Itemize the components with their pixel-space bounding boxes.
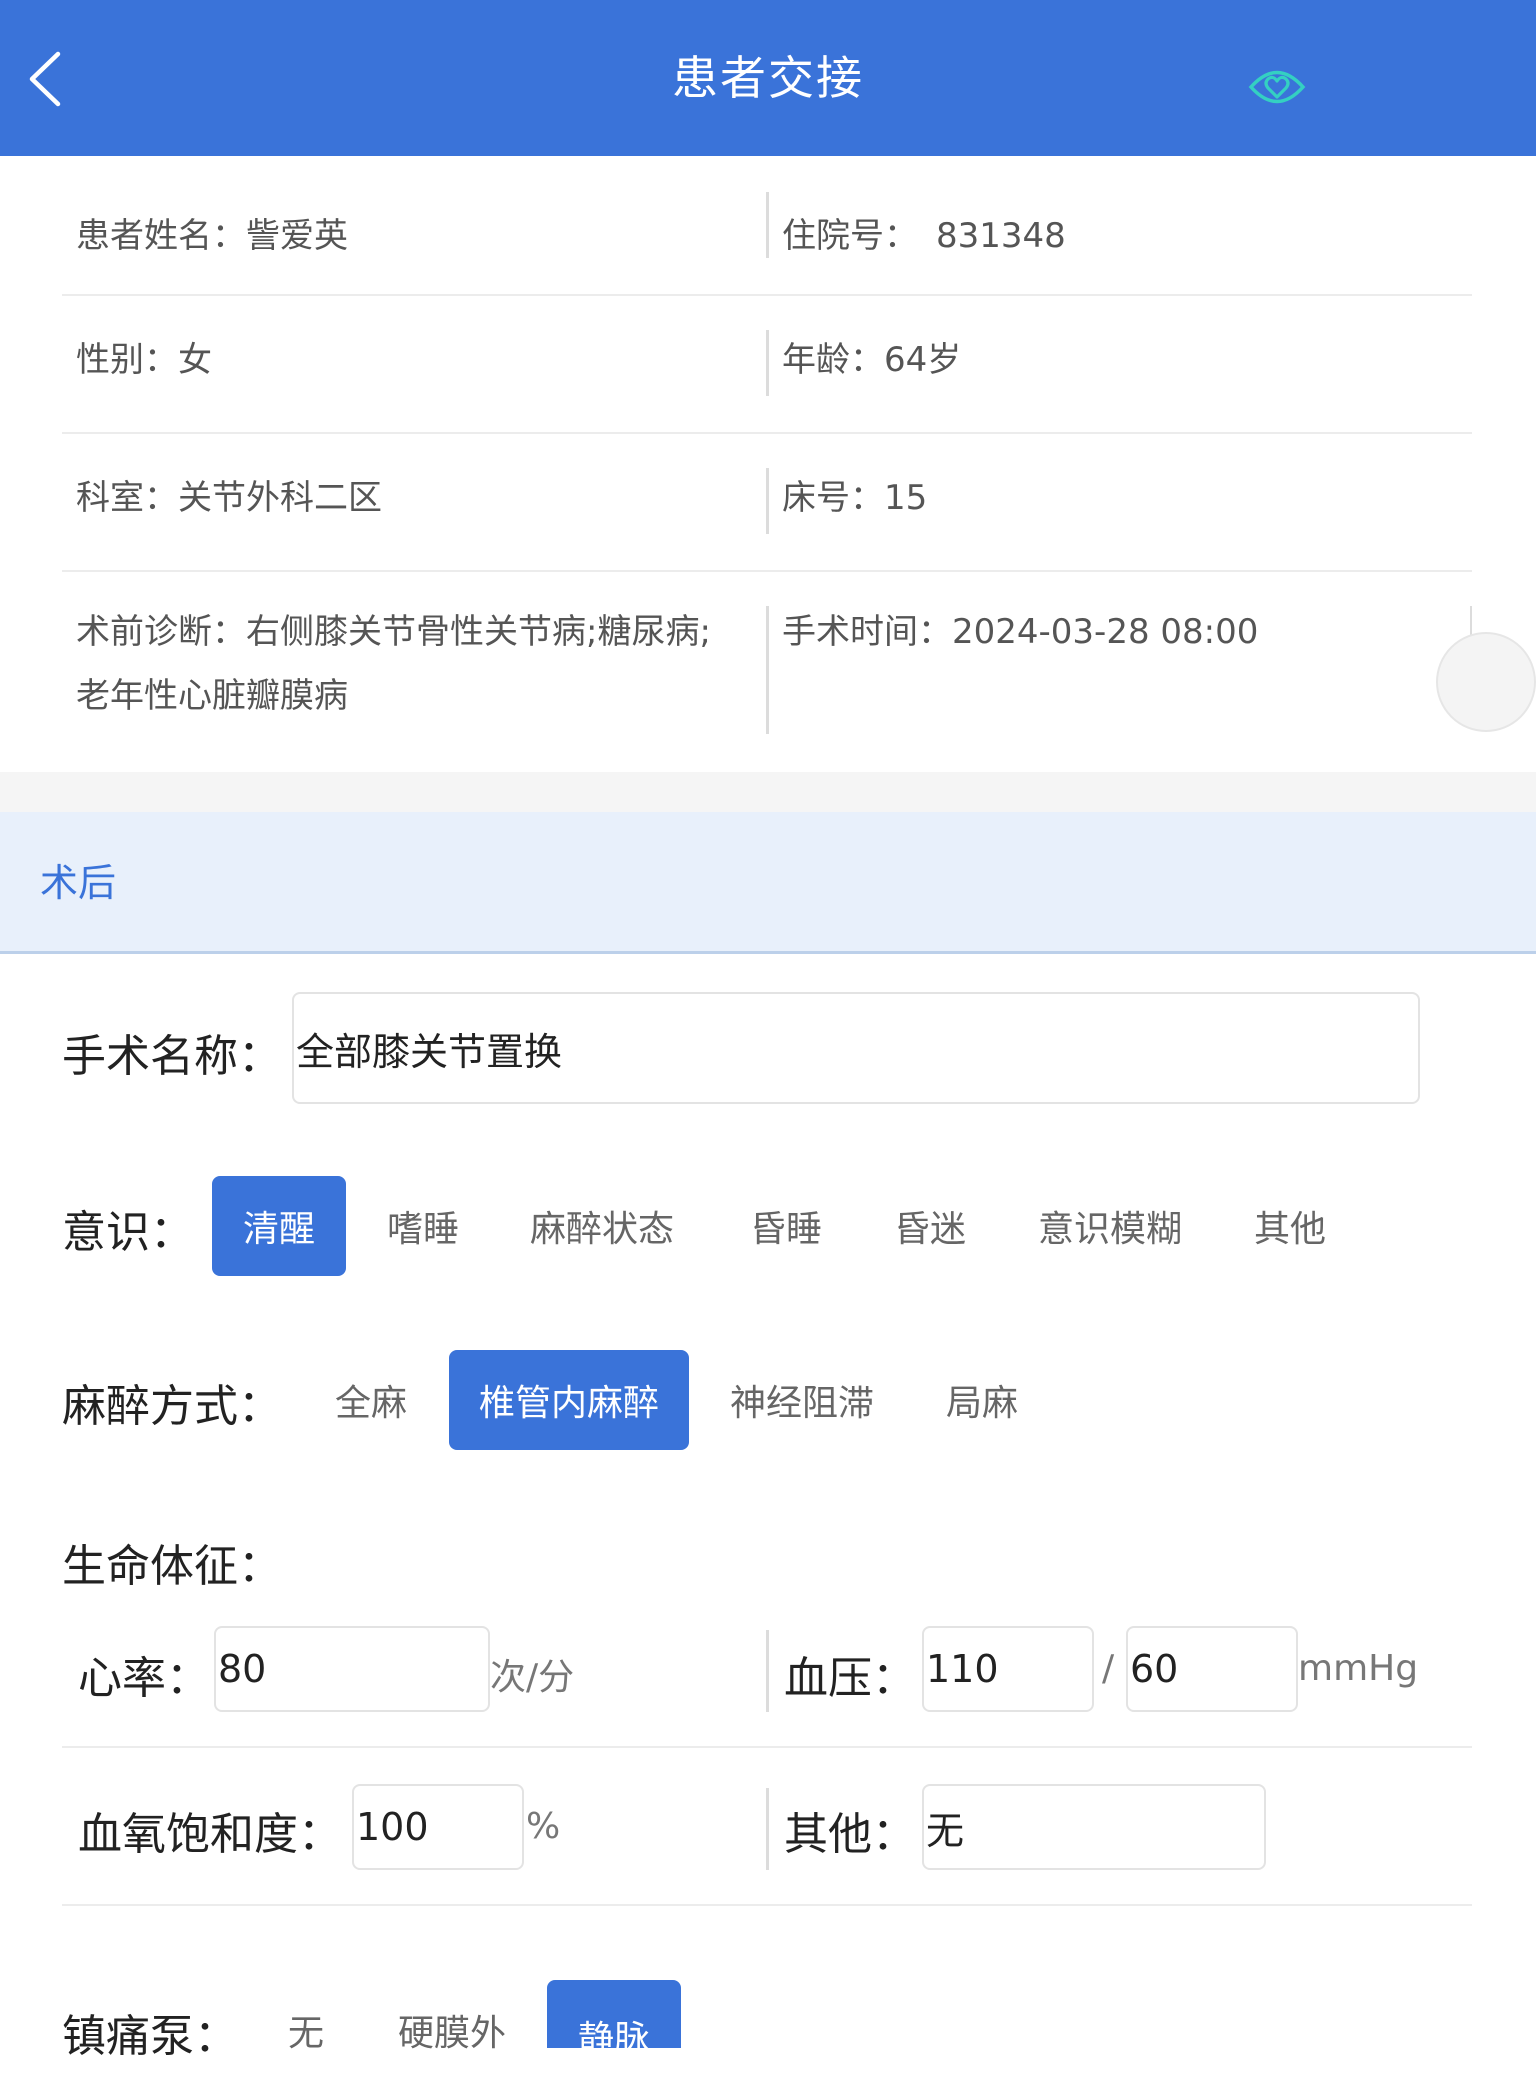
admission-label: 住院号： xyxy=(782,216,918,256)
pump-option-intravenous[interactable]: 静脉 xyxy=(547,1980,681,2060)
patient-age: 年龄：64岁 xyxy=(782,328,1462,392)
bp-systolic-value: 110 xyxy=(926,1647,999,1691)
bp-diastolic-value: 60 xyxy=(1130,1647,1179,1691)
anesthesia-option-local[interactable]: 局麻 xyxy=(932,1350,1032,1450)
consciousness-option-other[interactable]: 其他 xyxy=(1240,1176,1340,1276)
patient-name: 患者姓名：訾爱英 xyxy=(76,204,756,268)
info-divider xyxy=(766,330,769,396)
option-label: 其他 xyxy=(1253,1209,1326,1250)
vitals-divider xyxy=(766,1630,769,1712)
patient-name-label: 患者姓名： xyxy=(76,216,246,256)
surgery-time: 手术时间：2024-03-28 08:00 xyxy=(782,600,1462,664)
surgery-time-value: 2024-03-28 08:00 xyxy=(952,612,1259,652)
heart-rate-label: 心率： xyxy=(78,1653,210,1704)
info-row-gender: 性别：女 年龄：64岁 xyxy=(62,296,1472,434)
chevron-left-icon[interactable] xyxy=(26,50,66,108)
surgery-name-value: 全部膝关节置换 xyxy=(296,1029,563,1074)
bp-separator: / xyxy=(1102,1648,1115,1689)
info-row-department: 科室：关节外科二区 床号：15 xyxy=(62,434,1472,572)
heart-rate-value: 80 xyxy=(218,1647,267,1691)
info-row-diagnosis: 术前诊断：右侧膝关节骨性关节病;糖尿病; 老年性心脏瓣膜病 手术时间：2024-… xyxy=(62,572,1472,772)
spo2-value: 100 xyxy=(356,1805,429,1849)
diagnosis-label: 术前诊断： xyxy=(76,612,246,652)
department-value: 关节外科二区 xyxy=(178,478,382,518)
surgery-time-label: 手术时间： xyxy=(782,612,952,652)
option-label: 全麻 xyxy=(334,1383,407,1424)
section-title: 术后 xyxy=(40,861,117,905)
patient-name-value: 訾爱英 xyxy=(246,216,348,256)
vitals-row-divider xyxy=(62,1904,1472,1906)
info-divider xyxy=(766,192,769,258)
section-header: 术后 xyxy=(0,812,1536,954)
option-label: 昏睡 xyxy=(749,1209,822,1250)
pump-label: 镇痛泵： xyxy=(62,2011,238,2062)
option-label: 无 xyxy=(287,2013,324,2054)
age-label: 年龄： xyxy=(782,340,884,380)
consciousness-option-confused[interactable]: 意识模糊 xyxy=(1024,1176,1196,1276)
spo2-unit: % xyxy=(526,1806,561,1847)
consciousness-option-anesthetized[interactable]: 麻醉状态 xyxy=(516,1176,688,1276)
bed-label: 床号： xyxy=(782,478,884,518)
option-label: 神经阻滞 xyxy=(729,1383,874,1424)
anesthesia-option-intraspinal[interactable]: 椎管内麻醉 xyxy=(449,1350,689,1450)
option-label: 意识模糊 xyxy=(1037,1209,1182,1250)
anesthesia-option-general[interactable]: 全麻 xyxy=(316,1350,426,1450)
patient-gender: 性别：女 xyxy=(76,328,756,392)
pump-option-epidural[interactable]: 硬膜外 xyxy=(382,1980,522,2080)
anesthesia-label: 麻醉方式： xyxy=(62,1381,282,1432)
bp-label: 血压： xyxy=(784,1653,916,1704)
other-vitals-input[interactable]: 无 xyxy=(922,1784,1266,1870)
bp-unit: mmHg xyxy=(1298,1648,1419,1689)
admission-number: 住院号： 831348 xyxy=(782,204,1462,268)
vitals-divider xyxy=(766,1788,769,1870)
age-value: 64岁 xyxy=(884,340,962,380)
floating-assist-button[interactable] xyxy=(1436,632,1536,732)
patient-bed: 床号：15 xyxy=(782,466,1462,530)
app-header: 患者交接 xyxy=(0,0,1536,156)
option-label: 昏迷 xyxy=(893,1209,966,1250)
bed-value: 15 xyxy=(884,478,928,518)
heart-eye-icon[interactable] xyxy=(1248,64,1306,110)
option-label: 静脉 xyxy=(577,2019,650,2060)
spo2-input[interactable]: 100 xyxy=(352,1784,524,1870)
department-label: 科室： xyxy=(76,478,178,518)
preop-diagnosis: 术前诊断：右侧膝关节骨性关节病;糖尿病; 老年性心脏瓣膜病 xyxy=(76,600,756,728)
gender-label: 性别： xyxy=(76,340,178,380)
surgery-name-label: 手术名称： xyxy=(62,1031,282,1082)
pump-option-none[interactable]: 无 xyxy=(268,1980,344,2080)
option-label: 清醒 xyxy=(242,1209,315,1250)
surgery-name-input[interactable]: 全部膝关节置换 xyxy=(292,992,1420,1104)
consciousness-label: 意识： xyxy=(62,1207,194,1258)
info-row-name: 患者姓名：訾爱英 住院号： 831348 xyxy=(62,186,1472,296)
spo2-label: 血氧饱和度： xyxy=(78,1809,342,1860)
option-label: 硬膜外 xyxy=(397,2013,506,2054)
other-vitals-value: 无 xyxy=(926,1808,965,1853)
diagnosis-line1: 右侧膝关节骨性关节病;糖尿病; xyxy=(246,612,711,652)
other-vitals-label: 其他： xyxy=(784,1809,916,1860)
heart-rate-unit: 次/分 xyxy=(490,1657,575,1698)
option-label: 麻醉状态 xyxy=(529,1209,674,1250)
gender-value: 女 xyxy=(178,340,212,380)
bp-systolic-input[interactable]: 110 xyxy=(922,1626,1094,1712)
section-gap xyxy=(0,772,1536,812)
option-label: 局麻 xyxy=(945,1383,1018,1424)
diagnosis-line2: 老年性心脏瓣膜病 xyxy=(76,676,348,716)
vitals-row-divider xyxy=(62,1746,1472,1748)
option-label: 嗜睡 xyxy=(386,1209,459,1250)
bp-diastolic-input[interactable]: 60 xyxy=(1126,1626,1298,1712)
consciousness-option-coma[interactable]: 昏迷 xyxy=(880,1176,980,1276)
info-divider xyxy=(766,468,769,534)
heart-rate-input[interactable]: 80 xyxy=(214,1626,490,1712)
info-divider xyxy=(766,606,769,734)
consciousness-option-stupor[interactable]: 昏睡 xyxy=(736,1176,836,1276)
consciousness-option-clear[interactable]: 清醒 xyxy=(212,1176,346,1276)
admission-value: 831348 xyxy=(936,216,1066,256)
vitals-label: 生命体征： xyxy=(62,1541,282,1592)
anesthesia-option-nerve-block[interactable]: 神经阻滞 xyxy=(716,1350,888,1450)
patient-department: 科室：关节外科二区 xyxy=(76,466,756,530)
consciousness-option-drowsy[interactable]: 嗜睡 xyxy=(366,1176,480,1276)
option-label: 椎管内麻醉 xyxy=(478,1383,659,1424)
